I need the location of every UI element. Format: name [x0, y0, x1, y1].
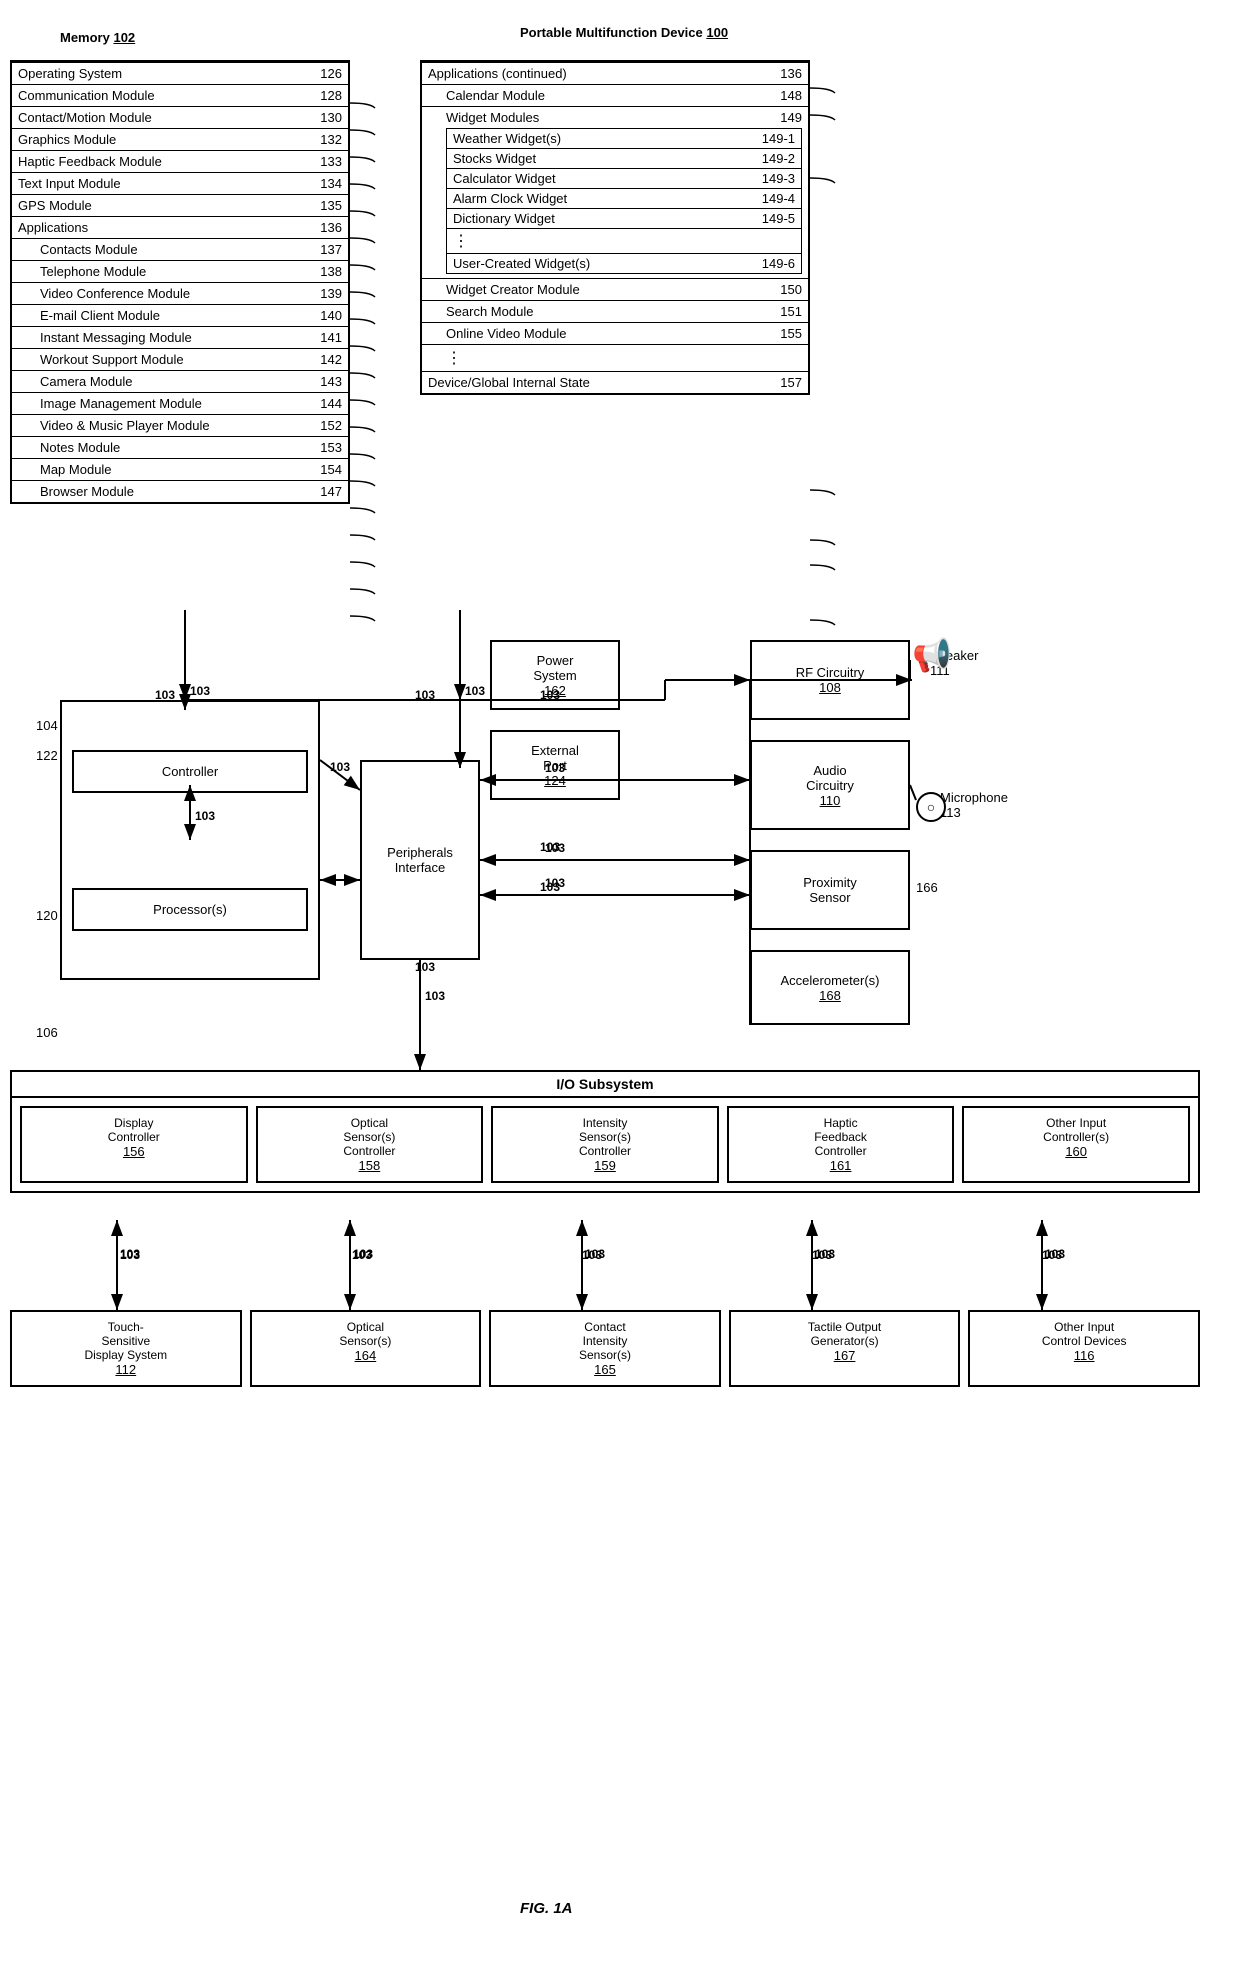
svg-text:103: 103 — [190, 684, 210, 698]
io-devices-row: Touch-SensitiveDisplay System112 Optical… — [10, 1310, 1200, 1387]
proximity-ref: 166 — [916, 880, 938, 895]
other-input-controller-cell: Other InputController(s)160 — [962, 1106, 1190, 1183]
bus-io-4: 103 — [812, 1248, 832, 1262]
optical-controller-cell: OpticalSensor(s)Controller158 — [256, 1106, 484, 1183]
memory-box: Operating System126 Communication Module… — [10, 60, 350, 504]
pmd-box: Applications (continued)136 Calendar Mod… — [420, 60, 810, 395]
bus-io-1: 103 — [120, 1248, 140, 1262]
audio-circuitry-block: AudioCircuitry110 — [750, 740, 910, 830]
bus-io-5: 103 — [1042, 1248, 1062, 1262]
io-title: I/O Subsystem — [12, 1072, 1198, 1098]
widget-subbox: Weather Widget(s)149-1 Stocks Widget149-… — [446, 128, 802, 274]
microphone-label: Microphone113 — [940, 790, 1008, 820]
figure-label: FIG. 1A — [520, 1900, 573, 1917]
io-subsystem-outer: I/O Subsystem DisplayController156 Optic… — [10, 1070, 1200, 1193]
contact-intensity-cell: ContactIntensitySensor(s)165 — [489, 1310, 721, 1387]
haptic-controller-cell: HapticFeedbackController161 — [727, 1106, 955, 1183]
touch-display-cell: Touch-SensitiveDisplay System112 — [10, 1310, 242, 1387]
ref-104: 104 — [36, 718, 58, 733]
ref-106: 106 — [36, 1025, 58, 1040]
svg-text:103: 103 — [465, 684, 485, 698]
ref-120: 120 — [36, 908, 58, 923]
bus-103-middle: 103 — [330, 760, 350, 774]
tactile-output-cell: Tactile OutputGenerator(s)167 — [729, 1310, 961, 1387]
bus-103-top-left: 103 — [155, 688, 175, 702]
intensity-controller-cell: IntensitySensor(s)Controller159 — [491, 1106, 719, 1183]
bus-103-audio: 103 — [540, 840, 560, 854]
proximity-sensor-block: ProximitySensor — [750, 850, 910, 930]
ref-122: 122 — [36, 748, 58, 763]
main-hw-outer-block: Controller Processor(s) — [60, 700, 320, 980]
accelerometer-block: Accelerometer(s)168 — [750, 950, 910, 1025]
bus-103-bottom: 103 — [415, 960, 435, 974]
bus-103-top-right: 103 — [540, 688, 560, 702]
optical-sensor-cell: OpticalSensor(s)164 — [250, 1310, 482, 1387]
display-controller-cell: DisplayController156 — [20, 1106, 248, 1183]
rf-circuitry-block: RF Circuitry108 — [750, 640, 910, 720]
svg-text:103: 103 — [425, 989, 445, 1003]
controller-label: Controller — [162, 764, 218, 779]
external-port-block: ExternalPort124 — [490, 730, 620, 800]
pmd-title: Portable Multifunction Device 100 — [520, 25, 728, 40]
processor-label: Processor(s) — [153, 902, 227, 917]
io-controllers-row: DisplayController156 OpticalSensor(s)Con… — [12, 1098, 1198, 1191]
speaker-icon: 📢 — [912, 636, 952, 674]
memory-title: Memory 102 — [60, 30, 135, 45]
bus-103-top-center: 103 — [415, 688, 435, 702]
peripherals-interface-block: PeripheralsInterface — [360, 760, 480, 960]
bus-io-3: 103 — [582, 1248, 602, 1262]
bus-io-2: 103 — [352, 1248, 372, 1262]
bus-103-proximity: 103 — [540, 880, 560, 894]
microphone-icon: ○ — [916, 792, 946, 822]
other-input-devices-cell: Other InputControl Devices116 — [968, 1310, 1200, 1387]
